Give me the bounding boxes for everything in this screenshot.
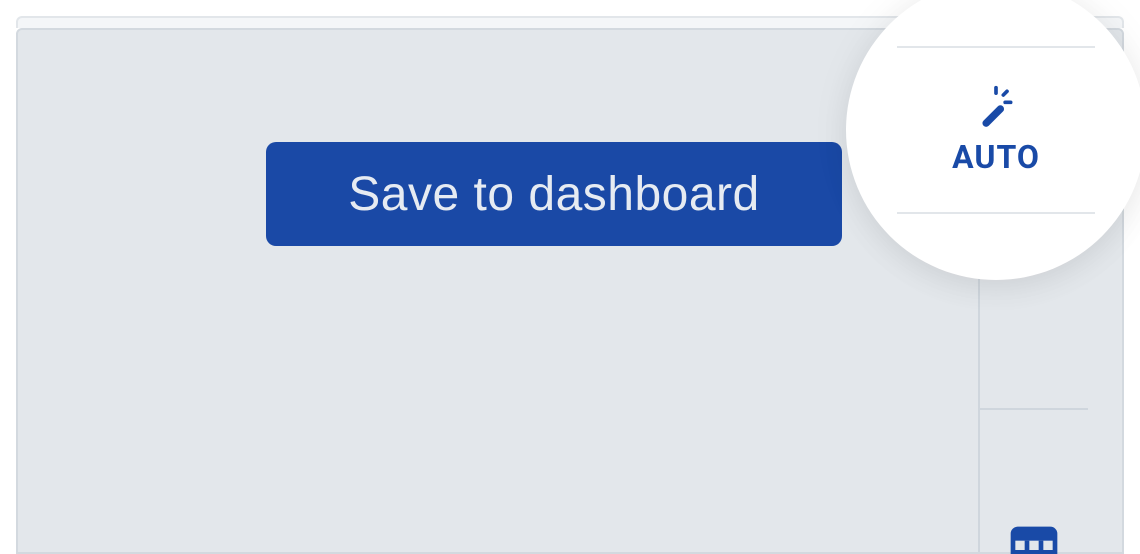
table-icon [1006, 522, 1062, 554]
save-to-dashboard-button[interactable]: Save to dashboard [266, 142, 842, 246]
sidebar-spacer [980, 270, 1088, 410]
badge-divider [897, 46, 1095, 48]
view-sidebar [978, 270, 1088, 552]
badge-divider [897, 212, 1095, 214]
magic-wand-icon [974, 84, 1018, 128]
auto-label: AUTO [952, 138, 1040, 176]
table-view-button[interactable] [980, 410, 1088, 554]
save-button-label: Save to dashboard [348, 167, 759, 222]
